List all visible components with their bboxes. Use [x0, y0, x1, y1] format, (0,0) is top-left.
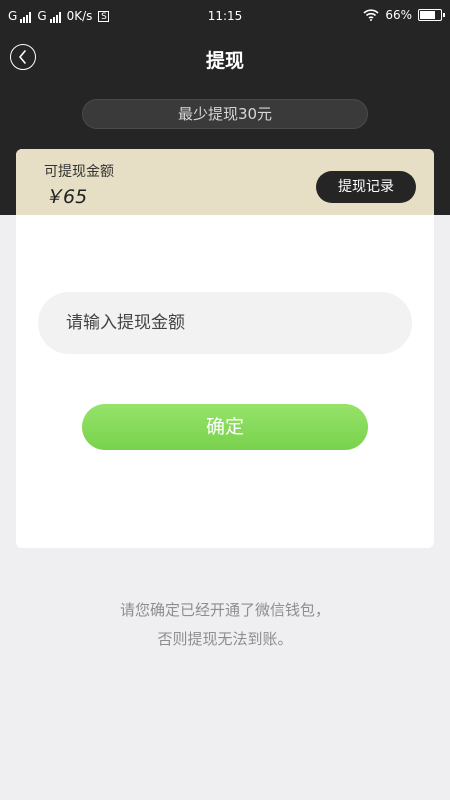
status-bar: G G 0K/s S 11:15 66%	[0, 0, 450, 34]
available-amount-label: 可提现金额	[44, 164, 114, 180]
wifi-icon	[363, 9, 379, 21]
page-title: 提现	[205, 50, 244, 72]
battery-percent: 66%	[385, 8, 412, 22]
notice-line-2: 否则提现无法到账。	[157, 630, 293, 648]
available-amount-value: ￥65	[44, 186, 88, 208]
withdraw-record-button[interactable]: 提现记录	[316, 171, 416, 203]
minimum-withdraw-notice: 最少提现30元	[82, 99, 368, 129]
wechat-wallet-notice: 请您确定已经开通了微信钱包， 否则提现无法到账。	[0, 596, 450, 654]
withdraw-amount-input[interactable]	[38, 292, 412, 354]
status-right: 66%	[363, 8, 445, 22]
confirm-button[interactable]: 确定	[82, 404, 368, 450]
withdraw-card: 可提现金额 ￥65 提现记录 确定	[16, 149, 434, 548]
notice-line-1: 请您确定已经开通了微信钱包，	[119, 601, 330, 619]
balance-section: 可提现金额 ￥65 提现记录	[16, 149, 434, 215]
battery-icon	[418, 9, 445, 21]
